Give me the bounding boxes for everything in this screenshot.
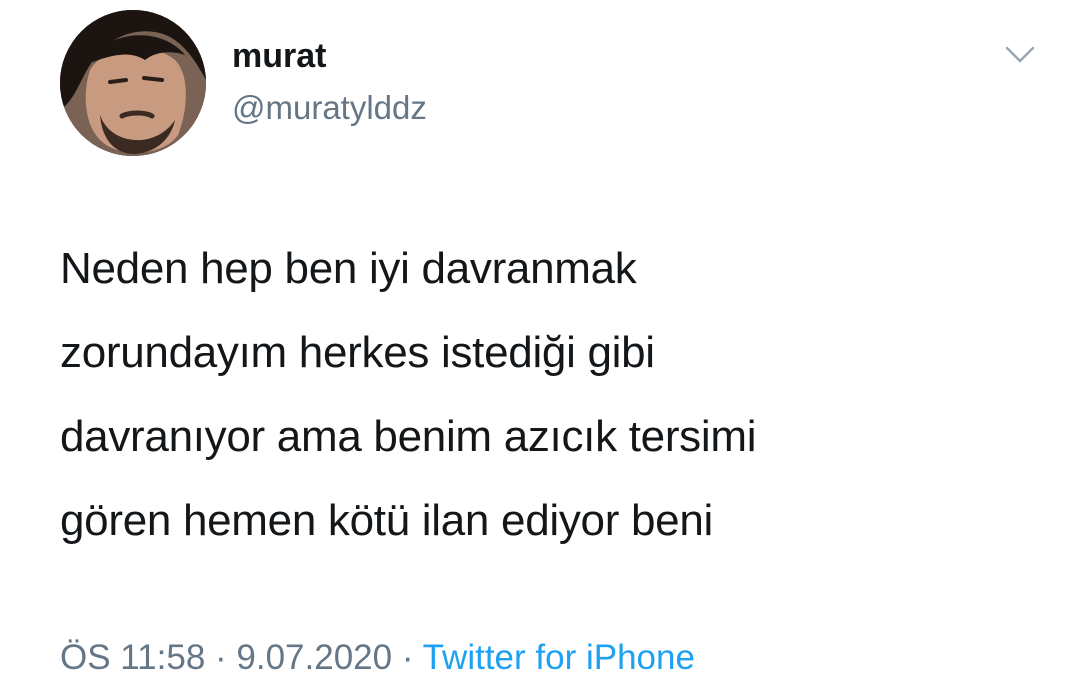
avatar-image xyxy=(60,10,206,156)
tweet-time[interactable]: ÖS 11:58 xyxy=(60,638,205,677)
chevron-down-icon-shape xyxy=(1005,46,1035,63)
meta-separator: · xyxy=(392,638,423,677)
author-name[interactable]: murat xyxy=(232,36,326,76)
author-handle[interactable]: @muratylddz xyxy=(232,88,427,128)
tweet-source-link[interactable]: Twitter for iPhone xyxy=(423,638,695,677)
tweet-card: murat @muratylddz Neden hep ben iyi davr… xyxy=(0,0,1080,697)
tweet-meta: ÖS 11:58 · 9.07.2020 · Twitter for iPhon… xyxy=(60,636,695,680)
meta-separator: · xyxy=(205,638,237,677)
tweet-text: Neden hep ben iyi davranmak zorundayım h… xyxy=(60,244,757,545)
tweet-date[interactable]: 9.07.2020 xyxy=(236,638,392,677)
chevron-down-icon[interactable] xyxy=(1004,44,1036,66)
avatar[interactable] xyxy=(60,10,206,156)
